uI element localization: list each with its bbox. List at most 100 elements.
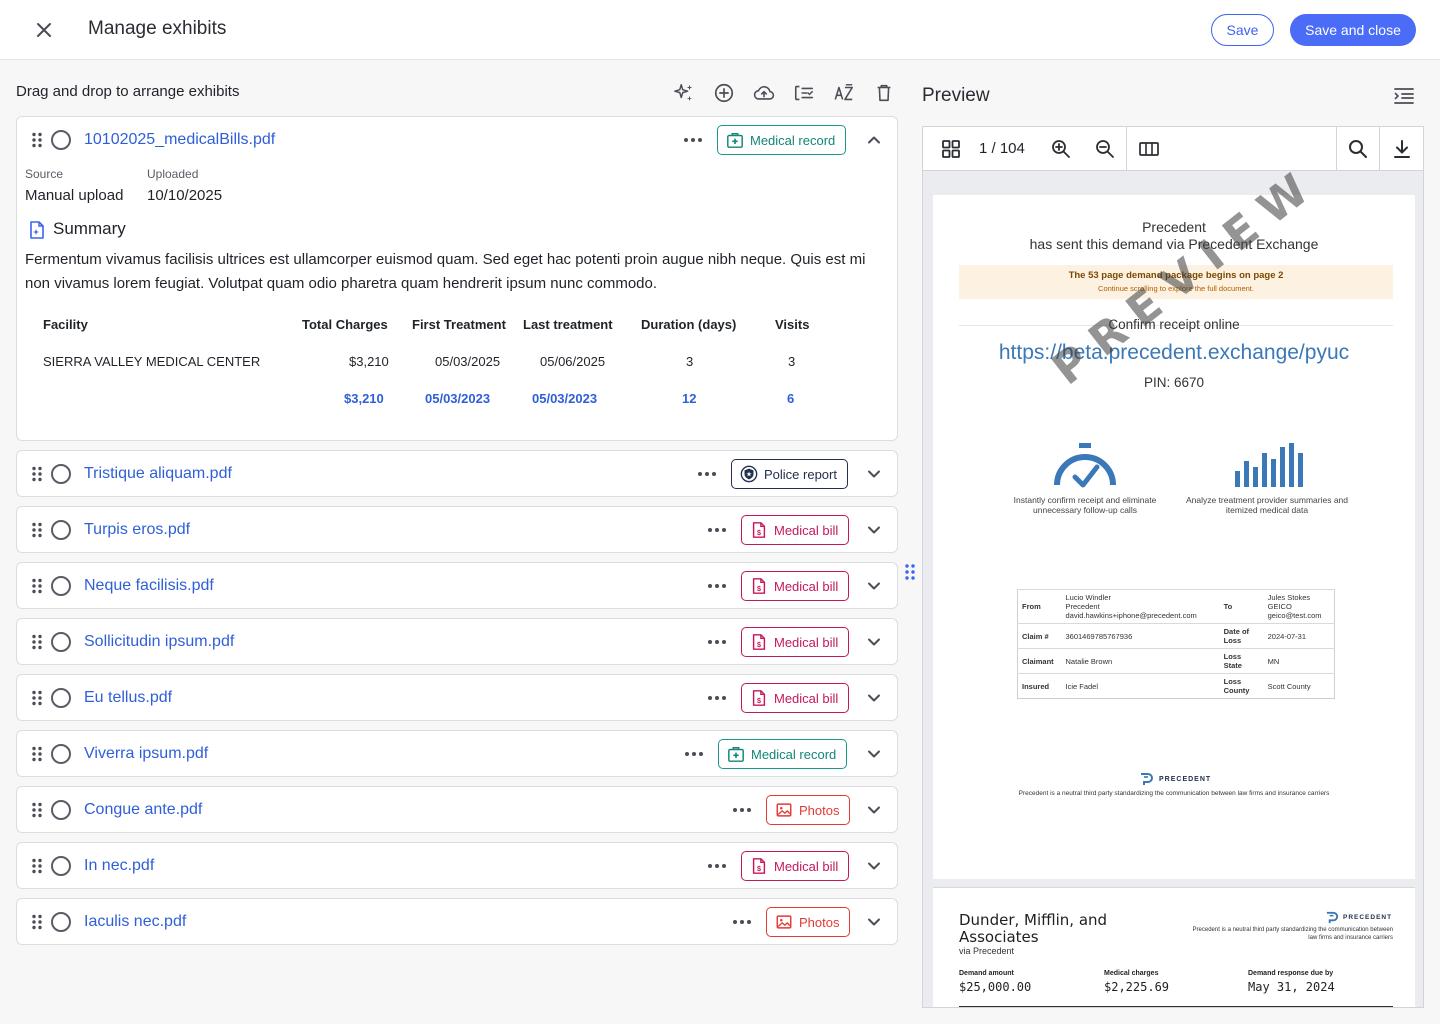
chevron-down-icon[interactable] bbox=[865, 577, 883, 595]
select-radio[interactable] bbox=[51, 130, 71, 150]
chevron-down-icon[interactable] bbox=[865, 913, 883, 931]
save-and-close-button[interactable]: Save and close bbox=[1290, 14, 1416, 46]
grid-view-icon[interactable] bbox=[939, 137, 963, 161]
sort-az-icon[interactable] bbox=[824, 78, 864, 108]
more-options-icon[interactable] bbox=[683, 744, 705, 764]
more-options-icon[interactable] bbox=[731, 800, 753, 820]
panel-resize-handle-icon[interactable] bbox=[904, 563, 916, 581]
drag-handle-icon[interactable] bbox=[31, 858, 43, 874]
more-options-icon[interactable] bbox=[706, 856, 728, 876]
exhibit-filename[interactable]: In nec.pdf bbox=[84, 857, 154, 875]
exhibit-filename[interactable]: 10102025_medicalBills.pdf bbox=[84, 131, 275, 149]
drag-handle-icon[interactable] bbox=[31, 634, 43, 650]
exhibit-card[interactable]: Sollicitudin ipsum.pdf $ Medical bill bbox=[16, 618, 898, 665]
select-radio[interactable] bbox=[51, 632, 71, 652]
download-icon[interactable] bbox=[1390, 137, 1414, 161]
svg-text:$: $ bbox=[757, 864, 761, 873]
tag-medical-bill[interactable]: $ Medical bill bbox=[741, 851, 850, 881]
tag-photos[interactable]: Photos bbox=[766, 795, 851, 825]
page-indicator[interactable]: 1 / 104 bbox=[979, 140, 1025, 157]
drag-handle-icon[interactable] bbox=[31, 132, 43, 148]
exhibit-filename[interactable]: Neque facilisis.pdf bbox=[84, 577, 214, 595]
exhibit-card[interactable]: Neque facilisis.pdf $ Medical bill bbox=[16, 562, 898, 609]
chevron-down-icon[interactable] bbox=[865, 857, 883, 875]
exhibit-filename[interactable]: Iaculis nec.pdf bbox=[84, 913, 186, 931]
more-options-icon[interactable] bbox=[706, 520, 728, 540]
drag-handle-icon[interactable] bbox=[31, 466, 43, 482]
more-options-icon[interactable] bbox=[706, 576, 728, 596]
tag-medical-bill[interactable]: $ Medical bill bbox=[741, 683, 850, 713]
tag-medical-bill[interactable]: $ Medical bill bbox=[741, 627, 850, 657]
drag-handle-icon[interactable] bbox=[31, 522, 43, 538]
chevron-down-icon[interactable] bbox=[865, 801, 883, 819]
precedent-logo: PRECEDENT bbox=[1325, 910, 1392, 925]
select-radio[interactable] bbox=[51, 744, 71, 764]
tag-police-report[interactable]: Police report bbox=[731, 459, 848, 489]
select-radio[interactable] bbox=[51, 520, 71, 540]
page-title: Manage exhibits bbox=[88, 18, 227, 39]
drag-handle-icon[interactable] bbox=[31, 578, 43, 594]
sparkle-icon[interactable] bbox=[664, 78, 704, 108]
more-options-icon[interactable] bbox=[706, 688, 728, 708]
chevron-down-icon[interactable] bbox=[865, 465, 883, 483]
exhibit-card[interactable]: Iaculis nec.pdf Photos bbox=[16, 898, 898, 945]
more-options-icon[interactable] bbox=[682, 130, 704, 150]
exhibit-card[interactable]: Congue ante.pdf Photos bbox=[16, 786, 898, 833]
select-radio[interactable] bbox=[51, 688, 71, 708]
zoom-in-icon[interactable] bbox=[1049, 137, 1073, 161]
select-radio[interactable] bbox=[51, 856, 71, 876]
exhibit-card[interactable]: Viverra ipsum.pdf Medical record bbox=[16, 730, 898, 777]
total-visits: 6 bbox=[787, 391, 795, 406]
exhibit-filename[interactable]: Sollicitudin ipsum.pdf bbox=[84, 633, 234, 651]
zoom-out-icon[interactable] bbox=[1093, 137, 1117, 161]
col-visits: Visits bbox=[775, 317, 810, 332]
exhibit-card[interactable]: Eu tellus.pdf $ Medical bill bbox=[16, 674, 898, 721]
exhibit-filename[interactable]: Eu tellus.pdf bbox=[84, 689, 172, 707]
sender-name: Precedent bbox=[1142, 219, 1206, 235]
save-button[interactable]: Save bbox=[1211, 14, 1274, 46]
page-footer: Precedent is a neutral third party stand… bbox=[1018, 790, 1330, 797]
drag-handle-icon[interactable] bbox=[31, 746, 43, 762]
loss-county-label: Loss County bbox=[1219, 673, 1264, 699]
two-page-view-icon[interactable] bbox=[1137, 137, 1161, 161]
chevron-down-icon[interactable] bbox=[865, 633, 883, 651]
chevron-down-icon[interactable] bbox=[865, 521, 883, 539]
trash-icon[interactable] bbox=[864, 78, 904, 108]
chevron-down-icon[interactable] bbox=[865, 689, 883, 707]
cloud-upload-icon[interactable] bbox=[744, 78, 784, 108]
exhibit-filename[interactable]: Tristique aliquam.pdf bbox=[84, 465, 232, 483]
more-options-icon[interactable] bbox=[706, 632, 728, 652]
chevron-up-icon[interactable] bbox=[865, 131, 883, 149]
drag-handle-icon[interactable] bbox=[31, 690, 43, 706]
exhibit-card-expanded[interactable]: 10102025_medicalBills.pdf Medical record… bbox=[16, 116, 898, 441]
exhibit-card[interactable]: Turpis eros.pdf $ Medical bill bbox=[16, 506, 898, 553]
select-radio[interactable] bbox=[51, 800, 71, 820]
tag-medical-record[interactable]: Medical record bbox=[717, 125, 847, 155]
more-options-icon[interactable] bbox=[731, 912, 753, 932]
exhibit-card[interactable]: Tristique aliquam.pdf Police report bbox=[16, 450, 898, 497]
tag-medical-bill[interactable]: $ Medical bill bbox=[741, 571, 850, 601]
select-radio[interactable] bbox=[51, 576, 71, 596]
tag-medical-record[interactable]: Medical record bbox=[718, 739, 848, 769]
total-charges: $3,210 bbox=[344, 391, 384, 406]
chevron-down-icon[interactable] bbox=[865, 745, 883, 763]
more-options-icon[interactable] bbox=[696, 464, 718, 484]
close-icon[interactable] bbox=[30, 16, 58, 44]
exhibit-card[interactable]: In nec.pdf $ Medical bill bbox=[16, 842, 898, 889]
confirm-url[interactable]: https://beta.precedent.exchange/pyuc bbox=[933, 341, 1415, 365]
exhibit-filename[interactable]: Viverra ipsum.pdf bbox=[84, 745, 208, 763]
drag-handle-icon[interactable] bbox=[31, 802, 43, 818]
medical-bill-icon: $ bbox=[750, 577, 768, 595]
collapse-preview-icon[interactable] bbox=[1392, 86, 1416, 106]
drag-handle-icon[interactable] bbox=[31, 914, 43, 930]
select-radio[interactable] bbox=[51, 912, 71, 932]
select-radio[interactable] bbox=[51, 464, 71, 484]
checklist-icon[interactable] bbox=[784, 78, 824, 108]
add-circle-icon[interactable] bbox=[704, 78, 744, 108]
exhibit-filename[interactable]: Turpis eros.pdf bbox=[84, 521, 190, 539]
exhibit-filename[interactable]: Congue ante.pdf bbox=[84, 801, 202, 819]
search-icon[interactable] bbox=[1346, 137, 1370, 161]
tag-photos[interactable]: Photos bbox=[766, 907, 851, 937]
tag-medical-bill[interactable]: $ Medical bill bbox=[741, 515, 850, 545]
sent-line: has sent this demand via Precedent Excha… bbox=[1029, 236, 1319, 252]
